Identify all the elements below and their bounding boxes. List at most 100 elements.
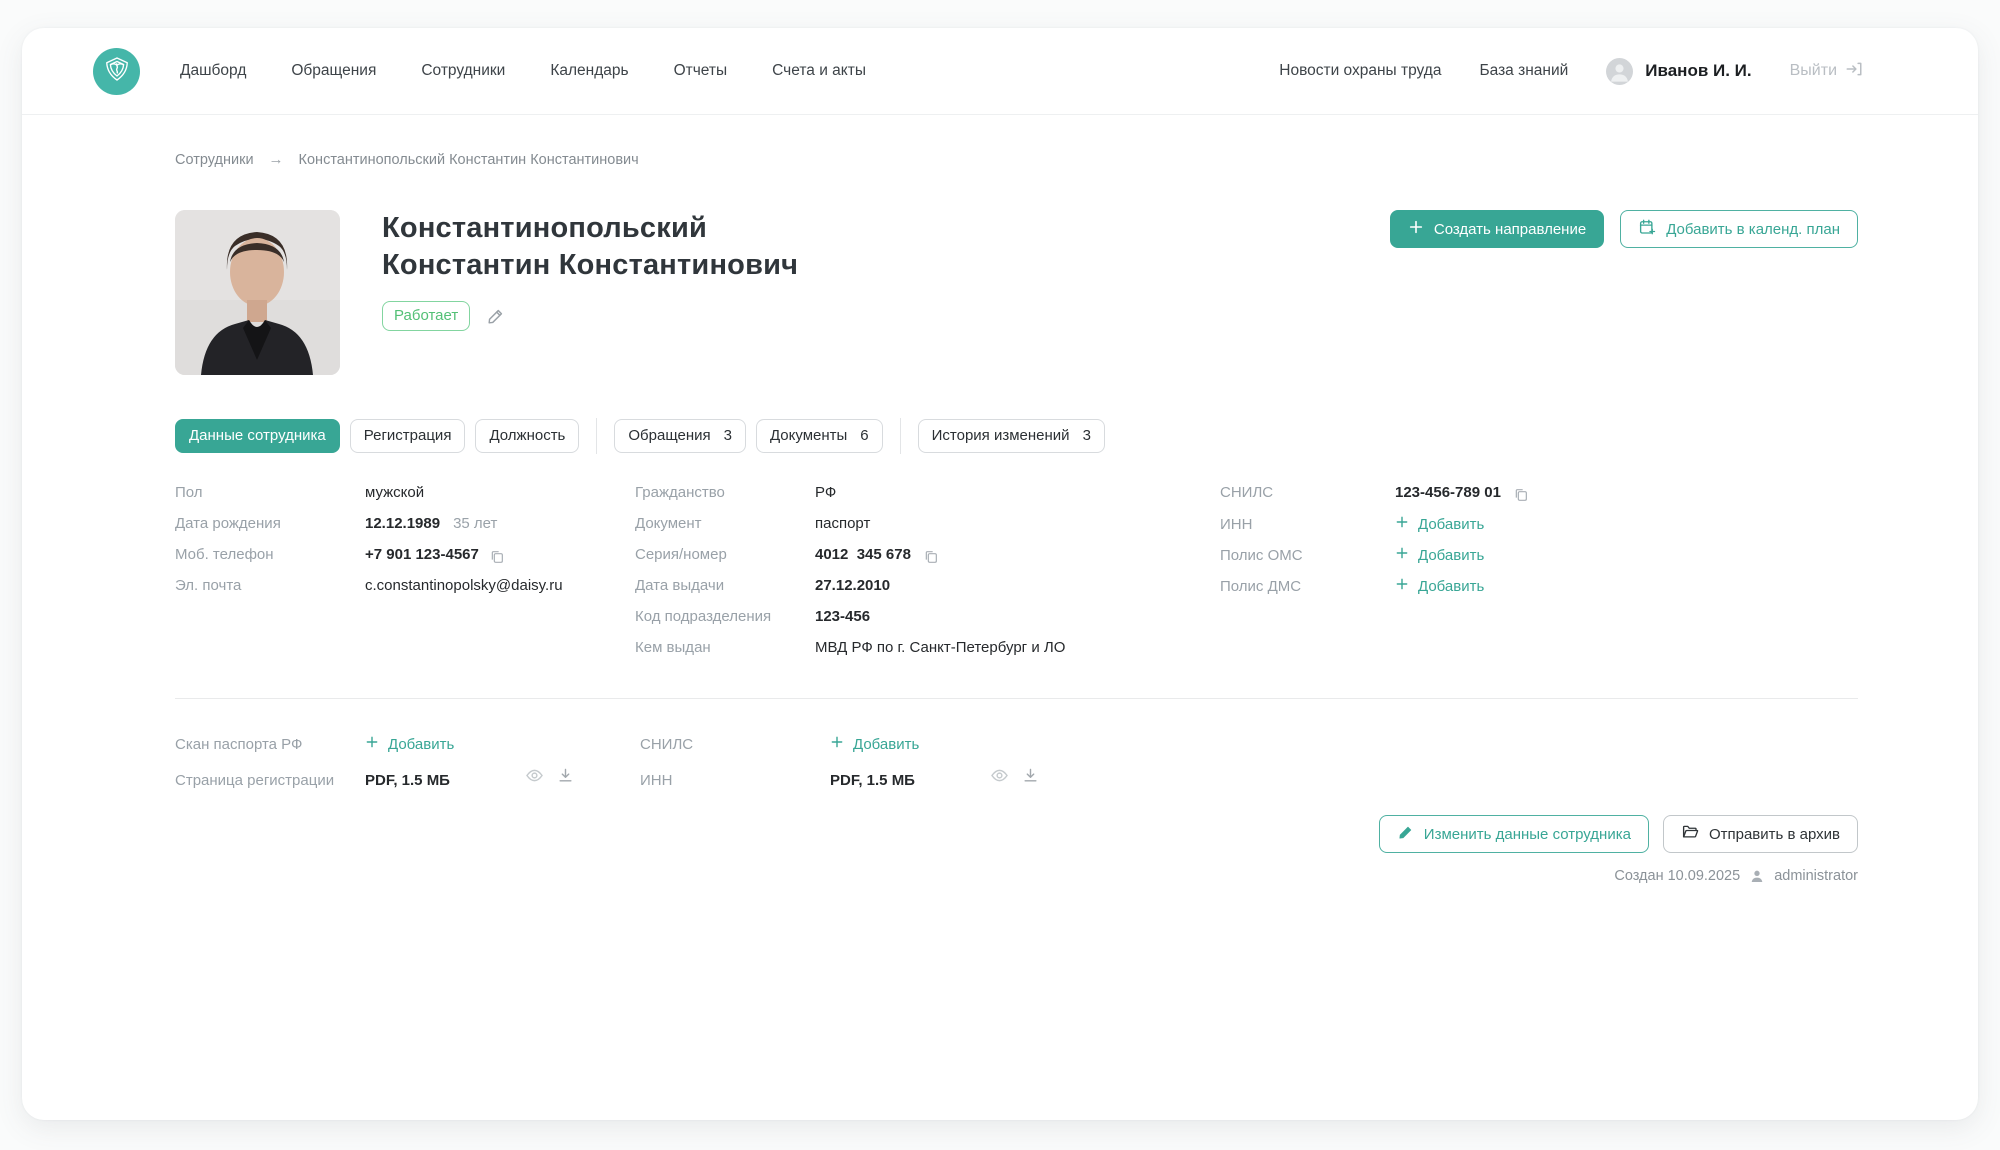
documents-section: Скан паспорта РФ Добавить Страница регис… xyxy=(175,735,1858,799)
created-author: administrator xyxy=(1774,868,1858,884)
tab-requests-count: 3 xyxy=(723,427,732,444)
add-passport-scan-link[interactable]: Добавить xyxy=(365,735,454,753)
doc-passport-scan: Скан паспорта РФ Добавить xyxy=(175,735,455,754)
field-snils: СНИЛС 123-456-789 01 xyxy=(1220,484,1858,505)
doc-registration-actions xyxy=(525,766,574,785)
field-issuer: Кем выдан МВД РФ по г. Санкт-Петербург и… xyxy=(635,639,1066,656)
field-passport-series: Серия/номер 4012 345 678 xyxy=(635,546,1220,567)
tab-history-count: 3 xyxy=(1082,427,1091,444)
fields-column-passport: Гражданство РФ Документ паспорт Серия/но… xyxy=(635,484,1220,670)
plus-icon xyxy=(1408,219,1424,239)
nav-item-safety-news[interactable]: Новости охраны труда xyxy=(1279,62,1441,80)
user-menu[interactable]: Иванов И. И. xyxy=(1606,57,1752,85)
footer-actions: Изменить данные сотрудника Отправить в а… xyxy=(175,815,1858,853)
edit-employee-button[interactable]: Изменить данные сотрудника xyxy=(1378,815,1649,853)
top-navigation: Дашборд Обращения Сотрудники Календарь О… xyxy=(22,28,1978,115)
nav-item-requests[interactable]: Обращения xyxy=(291,62,376,80)
tab-separator xyxy=(596,418,598,454)
nav-item-employees[interactable]: Сотрудники xyxy=(421,62,505,80)
add-oms-link[interactable]: Добавить xyxy=(1395,546,1484,564)
breadcrumb-root[interactable]: Сотрудники xyxy=(175,152,254,168)
logout-icon xyxy=(1845,60,1863,83)
preview-eye-icon[interactable] xyxy=(525,766,544,785)
brand-logo[interactable] xyxy=(93,47,140,95)
tab-position[interactable]: Должность xyxy=(475,419,580,453)
nav-right-group: Новости охраны труда База знаний Иванов … xyxy=(1279,57,1863,85)
field-issue-date: Дата выдачи 27.12.2010 xyxy=(635,577,891,594)
add-inn-link[interactable]: Добавить xyxy=(1395,515,1484,533)
documents-column-1: Скан паспорта РФ Добавить Страница регис… xyxy=(175,735,640,799)
fields-column-personal: Пол мужской Дата рождения 12.12.1989 35 … xyxy=(175,484,635,670)
pencil-icon xyxy=(1397,824,1414,845)
preview-eye-icon[interactable] xyxy=(990,766,1009,785)
copy-snils-icon[interactable] xyxy=(1513,487,1529,503)
status-badge: Работает xyxy=(382,301,471,331)
archive-button[interactable]: Отправить в архив xyxy=(1662,815,1858,853)
download-icon[interactable] xyxy=(1022,767,1039,784)
add-to-calendar-button[interactable]: Добавить в календ. план xyxy=(1620,210,1858,248)
field-phone: Моб. телефон +7 901 123-4567 xyxy=(175,546,635,567)
nav-item-knowledge-base[interactable]: База знаний xyxy=(1479,62,1568,80)
tab-employee-data[interactable]: Данные сотрудника xyxy=(175,419,340,453)
tab-documents[interactable]: Документы 6 xyxy=(755,419,883,453)
add-snils-scan-link[interactable]: Добавить xyxy=(830,735,919,753)
employee-header: Константинопольский Константин Константи… xyxy=(175,210,1858,375)
edit-status-pencil-icon[interactable] xyxy=(486,307,505,326)
breadcrumb-current: Константинопольский Константин Константи… xyxy=(298,151,639,168)
add-dms-link[interactable]: Добавить xyxy=(1395,577,1484,595)
created-info: Создан 10.09.2025 administrator xyxy=(175,868,1858,884)
copy-phone-icon[interactable] xyxy=(489,549,505,565)
copy-series-icon[interactable] xyxy=(923,549,939,565)
plus-icon xyxy=(830,735,844,753)
field-gender: Пол мужской xyxy=(175,484,425,501)
logout-label: Выйти xyxy=(1789,62,1837,79)
page-content: Сотрудники → Константинопольский Констан… xyxy=(22,151,1978,884)
folder-archive-icon xyxy=(1681,823,1699,845)
tab-separator xyxy=(899,418,901,454)
doc-snils: СНИЛС Добавить xyxy=(640,735,920,754)
plus-icon xyxy=(1395,515,1409,533)
breadcrumb-arrow-icon: → xyxy=(268,151,284,168)
employee-photo xyxy=(175,210,340,375)
download-icon[interactable] xyxy=(557,767,574,784)
tab-history[interactable]: История изменений 3 xyxy=(917,419,1105,453)
created-date: Создан 10.09.2025 xyxy=(1614,868,1741,884)
nav-item-reports[interactable]: Отчеты xyxy=(674,62,728,80)
employee-name: Константинопольский Константин Константи… xyxy=(382,212,799,281)
doc-registration-page: Страница регистрации PDF, 1.5 МБ xyxy=(175,766,640,789)
field-inn: ИНН Добавить xyxy=(1220,515,1485,534)
section-divider xyxy=(175,698,1858,699)
field-dms: Полис ДМС Добавить xyxy=(1220,577,1485,596)
field-birth-date: Дата рождения 12.12.1989 35 лет xyxy=(175,515,498,532)
doc-inn-actions xyxy=(990,766,1039,785)
fields-column-ids: СНИЛС 123-456-789 01 ИНН Добавить Полис … xyxy=(1220,484,1858,670)
breadcrumb: Сотрудники → Константинопольский Констан… xyxy=(175,151,1858,168)
plus-icon xyxy=(365,735,379,753)
tab-registration[interactable]: Регистрация xyxy=(349,419,466,453)
tab-documents-count: 6 xyxy=(860,427,869,444)
nav-item-dashboard[interactable]: Дашборд xyxy=(180,62,246,80)
header-actions: Создать направление Добавить в календ. п… xyxy=(1389,210,1858,248)
employee-info: Константинопольский Константин Константи… xyxy=(382,210,798,331)
field-email: Эл. почта c.constantinopolsky@daisy.ru xyxy=(175,577,563,594)
field-document-type: Документ паспорт xyxy=(635,515,871,532)
plus-icon xyxy=(1395,546,1409,564)
person-icon xyxy=(1749,868,1765,884)
main-card: Дашборд Обращения Сотрудники Календарь О… xyxy=(22,28,1978,1120)
logout-button[interactable]: Выйти xyxy=(1790,60,1863,83)
nav-item-calendar[interactable]: Календарь xyxy=(550,62,628,80)
calendar-plus-icon xyxy=(1638,218,1656,240)
field-citizenship: Гражданство РФ xyxy=(635,484,837,501)
nav-item-invoices[interactable]: Счета и акты xyxy=(772,62,866,80)
tab-requests[interactable]: Обращения 3 xyxy=(614,419,746,453)
field-oms: Полис ОМС Добавить xyxy=(1220,546,1485,565)
shield-logo-icon xyxy=(102,54,132,89)
create-referral-button[interactable]: Создать направление xyxy=(1389,210,1605,248)
plus-icon xyxy=(1395,577,1409,595)
user-name: Иванов И. И. xyxy=(1645,61,1752,80)
status-row: Работает xyxy=(382,301,798,331)
employee-fields: Пол мужской Дата рождения 12.12.1989 35 … xyxy=(175,484,1858,670)
primary-nav: Дашборд Обращения Сотрудники Календарь О… xyxy=(180,62,866,80)
documents-column-2: СНИЛС Добавить ИНН PDF, 1.5 МБ xyxy=(640,735,1858,799)
user-avatar-icon xyxy=(1606,57,1634,85)
